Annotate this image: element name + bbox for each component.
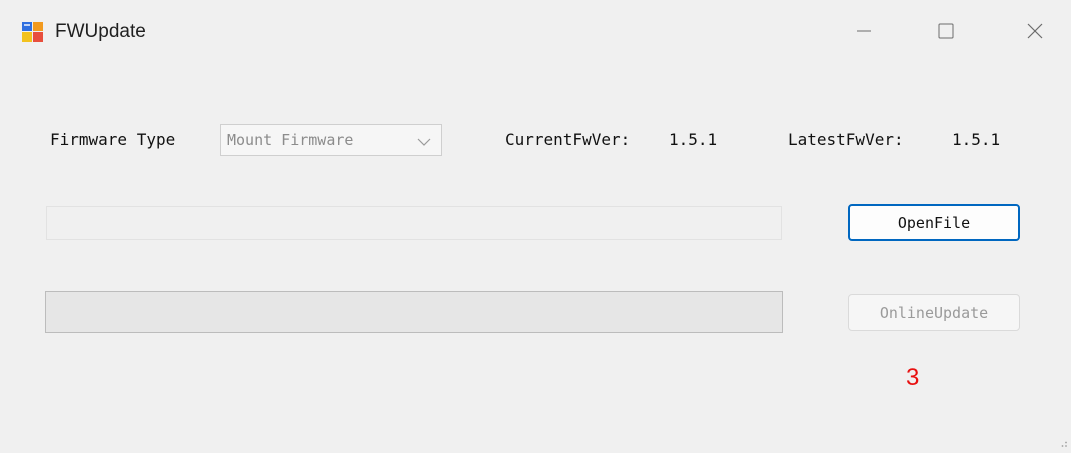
- minimize-button[interactable]: [838, 14, 890, 52]
- close-icon: [1026, 22, 1044, 45]
- latest-fw-value: 1.5.1: [952, 130, 1001, 149]
- maximize-button[interactable]: [920, 14, 972, 52]
- open-file-button[interactable]: OpenFile: [848, 204, 1020, 241]
- firmware-type-select[interactable]: Mount Firmware: [220, 124, 442, 156]
- online-update-button[interactable]: OnlineUpdate: [848, 294, 1020, 331]
- title-bar[interactable]: FWUpdate: [0, 0, 1071, 64]
- fwupdate-window: FWUpdate Firmware Type Mount Firmware Cu…: [0, 0, 1071, 448]
- latest-fw-label: LatestFwVer:: [788, 130, 904, 149]
- file-path-field[interactable]: [46, 206, 782, 240]
- app-window-icon: [21, 20, 45, 44]
- current-fw-value: 1.5.1: [669, 130, 718, 149]
- minimize-icon: [856, 23, 872, 44]
- maximize-icon: [937, 22, 955, 45]
- firmware-type-value: Mount Firmware: [227, 131, 354, 149]
- window-title: FWUpdate: [55, 21, 146, 42]
- firmware-type-label: Firmware Type: [50, 130, 176, 149]
- status-counter: 3: [906, 364, 920, 391]
- resize-grip-icon[interactable]: [1058, 435, 1068, 447]
- update-progress-bar: [45, 291, 783, 333]
- chevron-down-icon: [415, 132, 433, 150]
- current-fw-label: CurrentFwVer:: [505, 130, 631, 149]
- close-button[interactable]: [1009, 14, 1061, 52]
